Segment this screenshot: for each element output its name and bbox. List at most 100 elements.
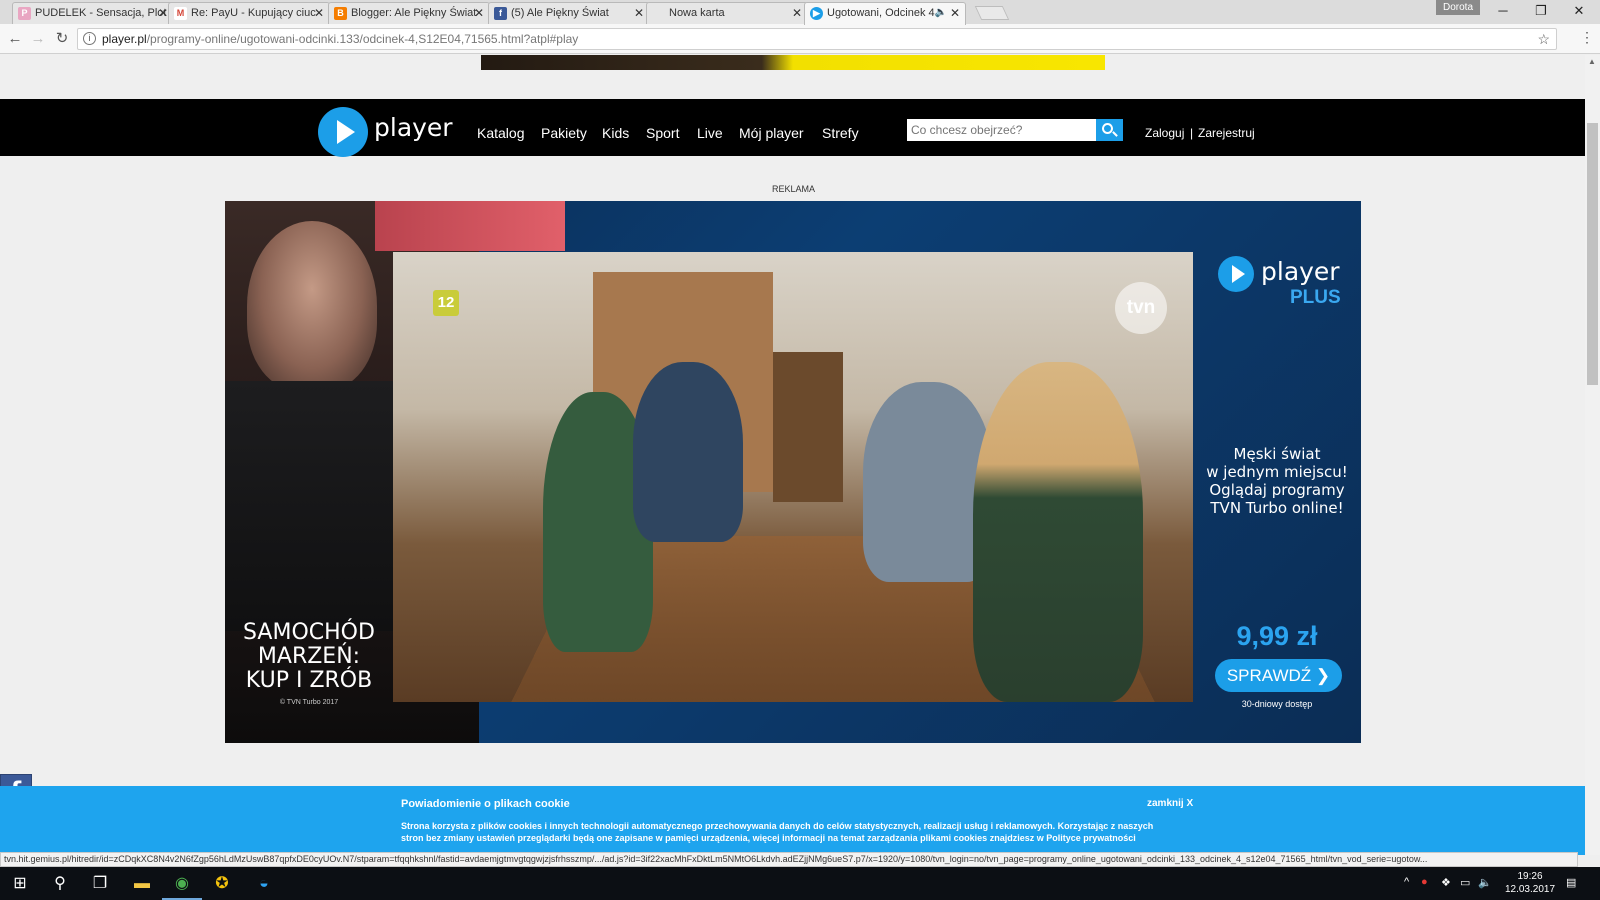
search-icon[interactable]: ⚲ [40, 867, 80, 900]
tab-title: Re: PayU - Kupujący ciuc [191, 7, 316, 19]
url-path: /programy-online/ugotowani-odcinki.133/o… [146, 32, 579, 46]
nav-sport[interactable]: Sport [646, 125, 679, 141]
ad-promo-line: Męski świat [1233, 445, 1321, 463]
player-icon: ▶ [810, 7, 823, 20]
forward-icon[interactable]: → [28, 29, 48, 49]
nav-live[interactable]: Live [697, 125, 723, 141]
cookie-close-button[interactable]: zamknij X [1147, 798, 1193, 809]
file-explorer-icon[interactable]: ▬ [122, 867, 162, 900]
link-status-bubble: tvn.hit.gemius.pl/hitredir/id=zCDqkXC8N4… [0, 852, 1578, 867]
login-separator: | [1190, 126, 1194, 140]
nav-kids[interactable]: Kids [602, 125, 629, 141]
ad-promo-line: w jednym miejscu! [1206, 463, 1348, 481]
tab-blogger[interactable]: B Blogger: Ale Piękny Świat ✕ [328, 2, 490, 24]
page-viewport: player Katalog Pakiety Kids Sport Live M… [0, 55, 1585, 855]
profile-badge[interactable]: Dorota [1436, 0, 1480, 15]
volume-icon[interactable]: 🔈 [1478, 876, 1492, 889]
clock[interactable]: 19:26 12.03.2017 [1500, 870, 1560, 896]
app-icon[interactable]: ◒ [244, 867, 284, 900]
ad-video-frame[interactable]: 12 tvn [393, 252, 1193, 702]
diner-figure [973, 362, 1143, 702]
ad-promo-line: TVN Turbo online! [1210, 499, 1344, 517]
tab-facebook[interactable]: f (5) Ale Piękny Świat ✕ [488, 2, 650, 24]
ad-show-title-line: MARZEŃ: [257, 644, 361, 669]
cookie-title: Powiadomienie o plikach cookie [401, 798, 570, 810]
notifications-icon[interactable]: ▤ [1566, 876, 1576, 889]
ad-show-title: SAMOCHÓD MARZEŃ: KUP I ZRÓB [225, 621, 393, 693]
tab-title: Nowa karta [669, 7, 725, 19]
dropbox-icon[interactable]: ❖ [1441, 876, 1451, 889]
site-logo[interactable]: player [374, 113, 453, 142]
facebook-icon: f [494, 7, 507, 20]
ad-show-title-line: SAMOCHÓD [243, 620, 375, 645]
chevron-up-icon[interactable]: ^ [1404, 876, 1409, 888]
chrome-icon[interactable]: ◉ [162, 867, 202, 900]
close-icon[interactable]: ✕ [950, 3, 960, 23]
ad-host-jacket [225, 381, 395, 631]
tab-player[interactable]: ▶ Ugotowani, Odcinek 4 🔈 ✕ [804, 2, 966, 25]
window-close-icon[interactable]: ✕ [1556, 0, 1600, 22]
menu-icon[interactable]: ⋮ [1580, 29, 1594, 46]
close-icon[interactable]: ✕ [474, 3, 484, 23]
nav-moj-player[interactable]: Mój player [739, 125, 804, 141]
ad-tools-image [375, 201, 565, 251]
cookie-text: Strona korzysta z plików cookies i innyc… [401, 821, 1154, 843]
tab-new[interactable]: Nowa karta ✕ [646, 2, 808, 24]
player-logo-icon[interactable] [318, 107, 368, 157]
ad-access-note: 30-dniowy dostęp [1241, 699, 1313, 709]
tab-title: PUDELEK - Sensacja, Plot [35, 7, 167, 19]
tab-title: (5) Ale Piękny Świat [511, 7, 609, 19]
search-button[interactable] [1096, 119, 1123, 141]
gmail-icon: M [174, 7, 187, 20]
close-icon[interactable]: ✕ [792, 3, 802, 23]
address-bar[interactable]: i player.pl/programy-online/ugotowani-od… [77, 28, 1557, 50]
nav-katalog[interactable]: Katalog [477, 125, 524, 141]
close-icon[interactable]: ✕ [158, 3, 168, 23]
scroll-up-icon[interactable]: ▲ [1588, 57, 1596, 66]
ad-host-image [247, 221, 377, 391]
close-icon[interactable]: ✕ [634, 3, 644, 23]
bookmark-star-icon[interactable]: ☆ [1537, 29, 1550, 49]
info-icon[interactable]: i [83, 32, 96, 45]
ad-brand-suffix: PLUS [1290, 287, 1341, 308]
doorway [773, 352, 843, 502]
ad-promo-line: Oglądaj programy [1209, 481, 1345, 499]
close-icon[interactable]: ✕ [314, 3, 324, 23]
register-link[interactable]: Zarejestruj [1198, 126, 1255, 140]
ad-brand: player [1261, 257, 1340, 286]
nav-strefy[interactable]: Strefy [822, 125, 859, 141]
antivirus-icon[interactable]: ● [1421, 876, 1428, 888]
ad-show-title-line: KUP I ZRÓB [245, 668, 373, 693]
network-icon[interactable]: ▭ [1460, 876, 1470, 889]
clock-date: 12.03.2017 [1504, 884, 1556, 895]
search-input[interactable] [907, 119, 1096, 141]
clock-time: 19:26 [1517, 871, 1543, 882]
ad-promo-text: Męski świat w jednym miejscu! Oglądaj pr… [1193, 445, 1361, 517]
login-link[interactable]: Zaloguj [1145, 126, 1184, 140]
ad-label: REKLAMA [772, 184, 816, 194]
taskbar: ⊞ ⚲ ❐ ▬ ◉ ✪ ◒ ^ ● ❖ ▭ 🔈 19:26 12.03.2017… [0, 867, 1600, 900]
scrollbar-thumb[interactable] [1587, 123, 1598, 385]
back-icon[interactable]: ← [5, 29, 25, 49]
ad-banner[interactable]: SAMOCHÓD MARZEŃ: KUP I ZRÓB © TVN Turbo … [225, 201, 1361, 743]
app-icon[interactable]: ✪ [202, 867, 242, 900]
tab-gmail[interactable]: M Re: PayU - Kupujący ciuc ✕ [168, 2, 330, 24]
tab-pudelek[interactable]: P PUDELEK - Sensacja, Plot ✕ [12, 2, 174, 24]
pudelek-icon: P [18, 7, 31, 20]
check-button-label: SPRAWDŹ [1226, 666, 1312, 685]
nav-pakiety[interactable]: Pakiety [541, 125, 587, 141]
reload-icon[interactable]: ↻ [52, 29, 72, 49]
browser-toolbar: ← → ↻ i player.pl/programy-online/ugotow… [0, 24, 1600, 54]
speaker-icon[interactable]: 🔈 [935, 3, 947, 23]
chevron-right-icon: ❯ [1315, 666, 1331, 685]
new-tab-button[interactable] [974, 6, 1010, 20]
cookie-notice: Powiadomienie o plikach cookie Strona ko… [0, 786, 1585, 855]
page-scrollbar[interactable]: ▲ [1585, 55, 1600, 855]
age-rating-badge: 12 [433, 290, 459, 316]
check-button[interactable]: SPRAWDŹ ❯ [1215, 659, 1342, 692]
blogger-icon: B [334, 7, 347, 20]
url-host: player.pl [102, 32, 147, 46]
windows-start-icon[interactable]: ⊞ [0, 867, 40, 900]
task-view-icon[interactable]: ❐ [80, 867, 120, 900]
top-ad-banner[interactable] [481, 55, 1105, 70]
